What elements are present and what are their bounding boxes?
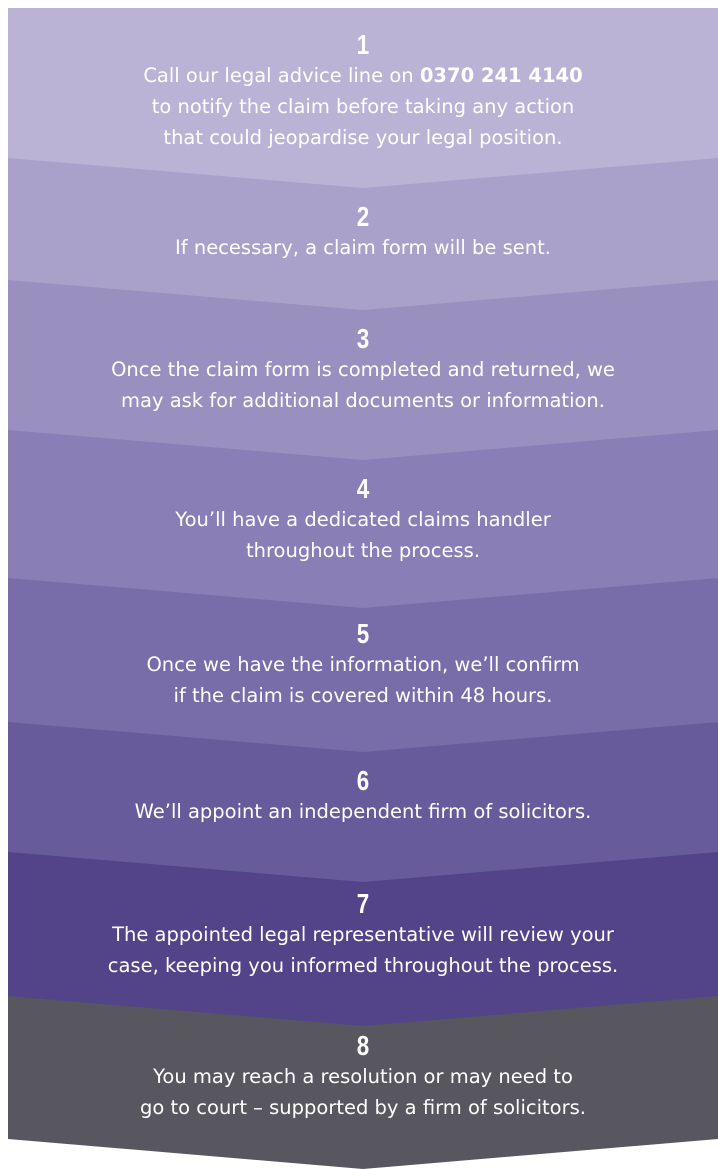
step-5-number: 5 bbox=[356, 618, 370, 649]
step-1: 1 Call our legal advice line on 0370 241… bbox=[8, 8, 718, 188]
step-8-number: 8 bbox=[356, 1030, 370, 1061]
step-3-number: 3 bbox=[356, 323, 370, 354]
claims-process-flow: 8 You may reach a resolution or may need… bbox=[0, 0, 718, 1169]
step-2-number: 2 bbox=[356, 201, 370, 232]
step-1-number: 1 bbox=[356, 29, 370, 60]
step-8-text: You may reach a resolution or may need t… bbox=[140, 1065, 586, 1119]
step-4-number: 4 bbox=[356, 473, 370, 504]
step-7-number: 7 bbox=[356, 888, 370, 919]
step-1-text-after: to notify the claim before taking any ac… bbox=[151, 95, 575, 149]
legal-advice-phone-number: 0370 241 4140 bbox=[419, 64, 583, 87]
step-6-number: 6 bbox=[356, 765, 370, 796]
step-2-text: If necessary, a claim form will be sent. bbox=[175, 236, 551, 259]
step-6-text: We’ll appoint an independent firm of sol… bbox=[134, 800, 592, 823]
step-7-text: The appointed legal representative will … bbox=[107, 923, 619, 977]
step-4-text: You’ll have a dedicated claims handler t… bbox=[175, 508, 551, 562]
step-5-text: Once we have the information, we’ll conf… bbox=[146, 653, 580, 707]
step-1-text: Call our legal advice line on 0370 241 4… bbox=[8, 60, 718, 153]
step-3-text: Once the claim form is completed and ret… bbox=[111, 358, 615, 412]
step-1-text-before: Call our legal advice line on bbox=[143, 64, 420, 87]
